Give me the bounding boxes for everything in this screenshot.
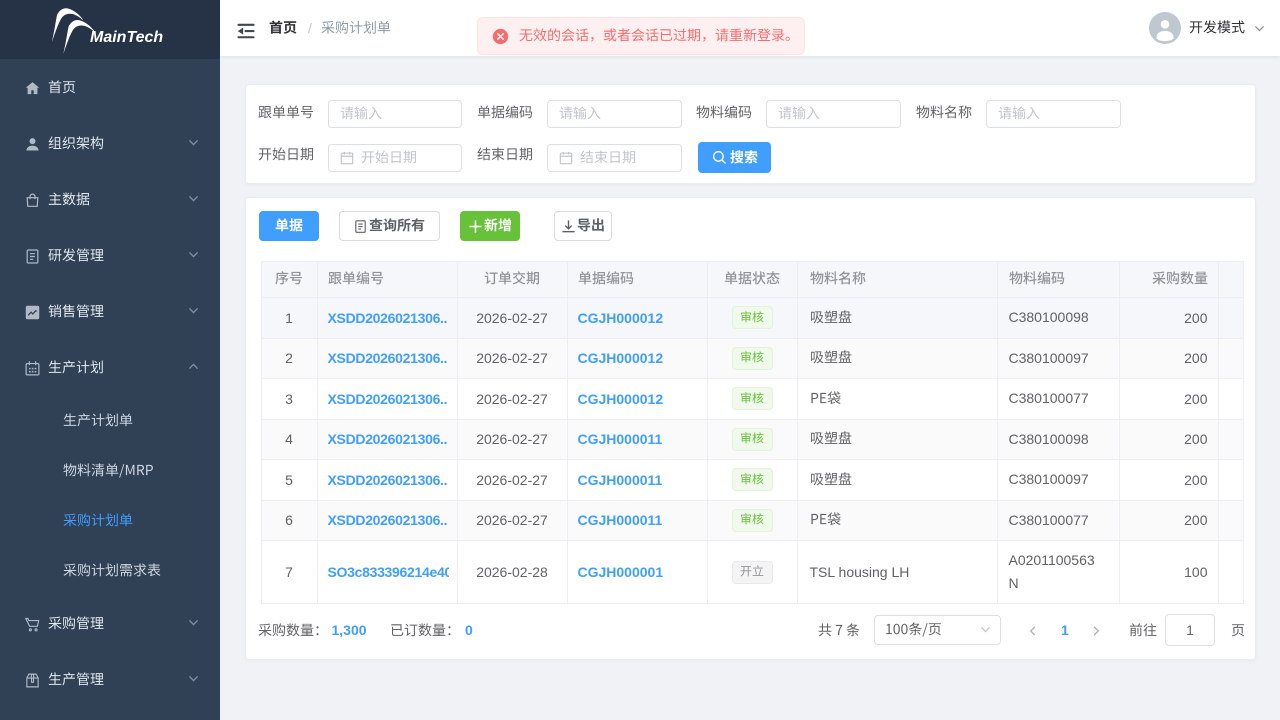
svg-text:MainTech: MainTech xyxy=(90,29,163,46)
